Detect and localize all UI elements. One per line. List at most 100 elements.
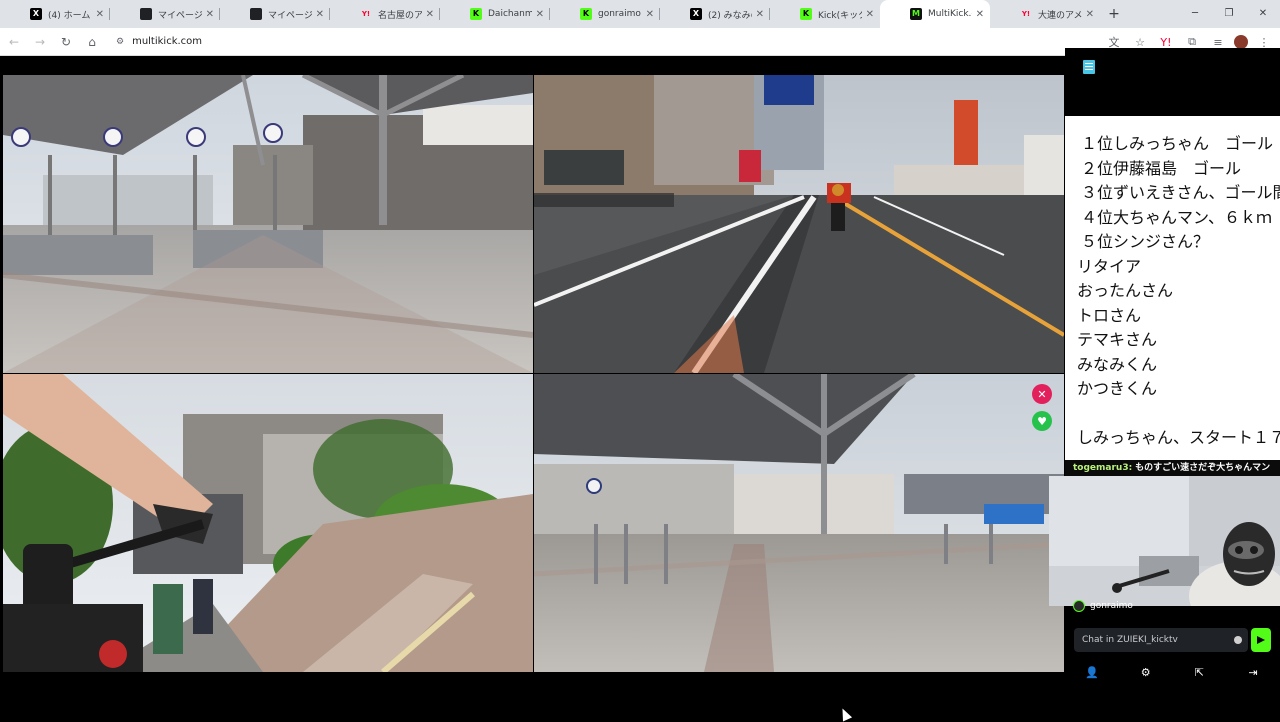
tab-favicon-icon [140, 8, 152, 20]
profile-avatar-icon[interactable] [1234, 35, 1248, 49]
note-line: おったんさん [1077, 281, 1174, 300]
video-frame [3, 75, 533, 373]
new-tab-button[interactable]: + [1100, 0, 1128, 28]
note-line: ４位大ちゃんマン、６ｋｍ [1081, 207, 1273, 227]
video-frame [534, 75, 1064, 373]
stream-player-2[interactable] [534, 75, 1064, 373]
close-icon[interactable]: ✕ [646, 9, 654, 20]
note-line: しみっちゃん、スタート１７時 [1077, 428, 1280, 447]
browser-tab[interactable]: K Daichanman Stre ✕ [440, 0, 550, 28]
yahoo-logo-icon: Y! [361, 10, 371, 18]
stream-player-1[interactable] [3, 75, 533, 373]
stream-player-4[interactable] [534, 374, 1064, 672]
stream-grid [3, 75, 1064, 672]
close-icon[interactable]: ✕ [1086, 9, 1094, 20]
x-logo-icon: X [690, 8, 702, 20]
tab-title: MultiKick.com W [928, 9, 972, 19]
browser-tab[interactable]: K Kick(キック) リアル ✕ [770, 0, 880, 28]
note-line: みなみくん [1077, 354, 1158, 374]
site-info-icon[interactable]: ⚙ [116, 37, 124, 47]
note-line: ５位シンジさん？ [1081, 232, 1210, 251]
tab-title: (2) みなみの天使 [708, 10, 752, 21]
kick-logo-icon: K [580, 8, 592, 20]
exit-icon[interactable]: ⇥ [1243, 666, 1263, 679]
close-icon[interactable]: ✕ [536, 9, 544, 20]
side-panel: １位しみっちゃん ゴール ２位伊藤福島 ゴール ３位ずいえきさん、ゴール間 ４位… [1049, 48, 1280, 679]
gear-icon[interactable]: ⚙ [1136, 666, 1156, 679]
note-line: １位しみっちゃん ゴール [1081, 134, 1274, 153]
document-icon[interactable] [1083, 60, 1095, 74]
close-icon[interactable]: ✕ [866, 9, 874, 20]
tab-favicon-icon [250, 8, 262, 20]
tab-title: gonraimo Stre [598, 9, 642, 19]
close-icon[interactable]: ✕ [206, 9, 214, 20]
chat-toolbar: 👤 ⚙ ⇱ ⇥ [1065, 666, 1280, 679]
kick-logo-icon: K [470, 8, 482, 20]
tab-title: マイページ 最新タイム [158, 10, 202, 21]
x-logo-icon: X [30, 8, 42, 20]
tab-strip: X (4) ホーム / X ✕ マイページ 最新タイム ✕ マイページ 最新タイ… [0, 0, 1280, 28]
back-icon[interactable]: ← [2, 30, 26, 54]
ranking-notes: １位しみっちゃん ゴール ２位伊藤福島 ゴール ３位ずいえきさん、ゴール間 ４位… [1065, 116, 1280, 460]
maximize-icon[interactable]: ❐ [1212, 0, 1246, 28]
close-stream-button[interactable]: ✕ [1032, 384, 1052, 404]
chat-message-text: ものすごい速さだぞ大ちゃんマン [1135, 463, 1271, 473]
tab-title: Kick(キック) リアル [818, 10, 862, 21]
note-line: テマキさん [1077, 330, 1158, 349]
reload-icon[interactable]: ↻ [54, 30, 78, 54]
notes-header [1065, 48, 1280, 116]
close-icon[interactable]: ✕ [756, 9, 764, 20]
tab-title: マイページ 最新タイム [268, 10, 312, 21]
browser-tab[interactable]: Y! 大連のアメダス・Ya ✕ [990, 0, 1100, 28]
avatar[interactable] [1073, 600, 1085, 612]
browser-tab[interactable]: マイページ 最新タイム ✕ [110, 0, 220, 28]
chat-input[interactable]: Chat in ZUIEKI_kicktv [1074, 628, 1248, 652]
minimize-icon[interactable]: ─ [1178, 0, 1212, 28]
tab-title: Daichanman Stre [488, 9, 532, 19]
webcam-overlay [1049, 476, 1280, 606]
browser-tab-active[interactable]: M MultiKick.com W ✕ [880, 0, 990, 28]
add-user-icon[interactable]: 👤 [1082, 666, 1102, 679]
chat-message: togemaru3: ものすごい速さだぞ大ちゃんマン [1065, 460, 1280, 477]
emoji-icon[interactable] [1234, 636, 1242, 644]
stream-player-3[interactable] [3, 374, 533, 672]
note-blank [1081, 402, 1280, 427]
chat-username[interactable]: togemaru3: [1073, 463, 1132, 473]
send-button[interactable] [1251, 628, 1271, 652]
browser-tab[interactable]: マイページ 最新タイム ✕ [220, 0, 330, 28]
kick-logo-icon: K [800, 8, 812, 20]
channel-owner-name[interactable]: gonraimo [1090, 601, 1133, 611]
note-line: リタイア [1077, 256, 1142, 276]
note-line: トロさん [1077, 305, 1142, 325]
close-window-icon[interactable]: ✕ [1246, 0, 1280, 28]
browser-tab[interactable]: Y! 名古屋のアメダス・ ✕ [330, 0, 440, 28]
close-icon[interactable]: ✕ [976, 9, 984, 20]
mouse-cursor-icon [837, 706, 853, 722]
favorite-heart-button[interactable]: ♥ [1032, 411, 1052, 431]
forward-icon[interactable]: → [28, 30, 52, 54]
address-bar[interactable]: ⚙ multikick.com [108, 31, 1168, 53]
close-icon[interactable]: ✕ [96, 9, 104, 20]
browser-tab[interactable]: X (2) みなみの天使 ✕ [660, 0, 770, 28]
video-frame [3, 374, 533, 672]
tab-title: 名古屋のアメダス・ [378, 10, 422, 21]
video-frame [534, 374, 1064, 672]
multikick-logo-icon: M [910, 8, 922, 20]
window-controls: ─ ❐ ✕ [1178, 0, 1280, 28]
note-line: かつきくん [1077, 379, 1158, 398]
close-icon[interactable]: ✕ [316, 9, 324, 20]
popout-icon[interactable]: ⇱ [1189, 666, 1209, 679]
tab-title: (4) ホーム / X [48, 10, 92, 21]
url-text[interactable]: multikick.com [132, 36, 202, 47]
webcam-frame [1049, 476, 1280, 606]
chat-channel-owner: gonraimo [1073, 600, 1133, 612]
browser-tab[interactable]: K gonraimo Stre ✕ [550, 0, 660, 28]
note-line: ３位ずいえきさん、ゴール間 [1081, 183, 1280, 202]
yahoo-logo-icon: Y! [1021, 10, 1031, 18]
browser-tab[interactable]: X (4) ホーム / X ✕ [0, 0, 110, 28]
close-icon[interactable]: ✕ [426, 9, 434, 20]
note-line: ２位伊藤福島 ゴール [1081, 158, 1242, 178]
chat-input-placeholder: Chat in ZUIEKI_kicktv [1082, 635, 1178, 645]
home-icon[interactable]: ⌂ [80, 30, 104, 54]
tab-title: 大連のアメダス・Ya [1038, 10, 1082, 21]
